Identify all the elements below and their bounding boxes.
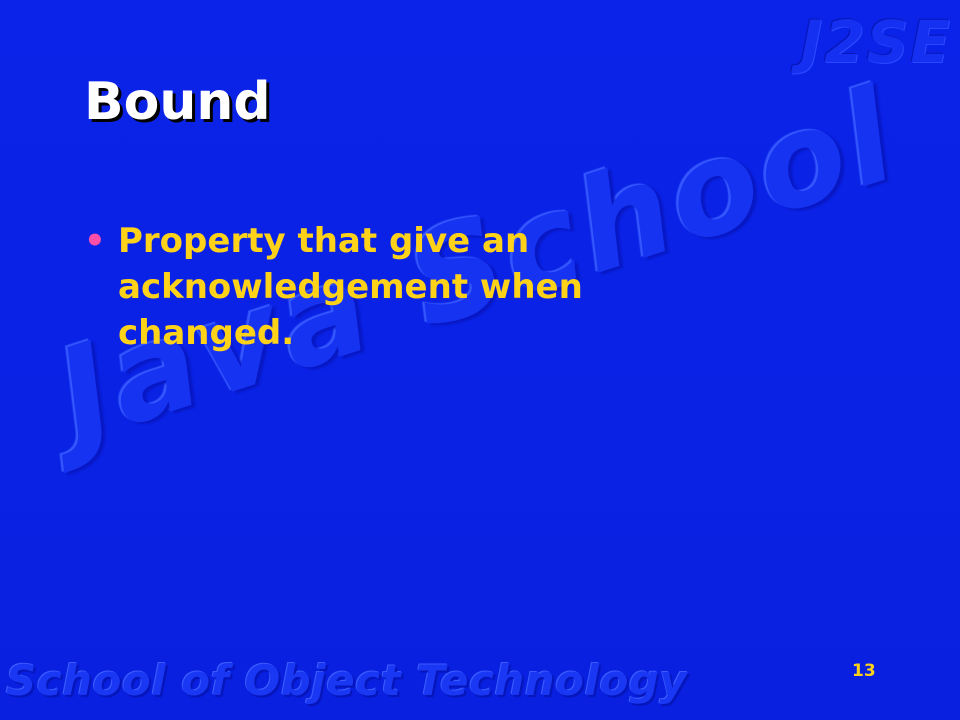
slide-title: Bound	[84, 72, 271, 132]
page-number: 13	[852, 661, 876, 681]
bullet-marker-icon: •	[84, 221, 106, 261]
bullet-item: • Property that give an acknowledgement …	[84, 218, 724, 356]
bullet-text: Property that give an acknowledgement wh…	[118, 221, 583, 353]
bullet-list: • Property that give an acknowledgement …	[84, 218, 724, 356]
footer-brand-text: School of Object Technology	[6, 656, 688, 705]
slide: J2SE Java School School of Object Techno…	[0, 0, 960, 720]
j2se-logo: J2SE	[800, 8, 952, 76]
